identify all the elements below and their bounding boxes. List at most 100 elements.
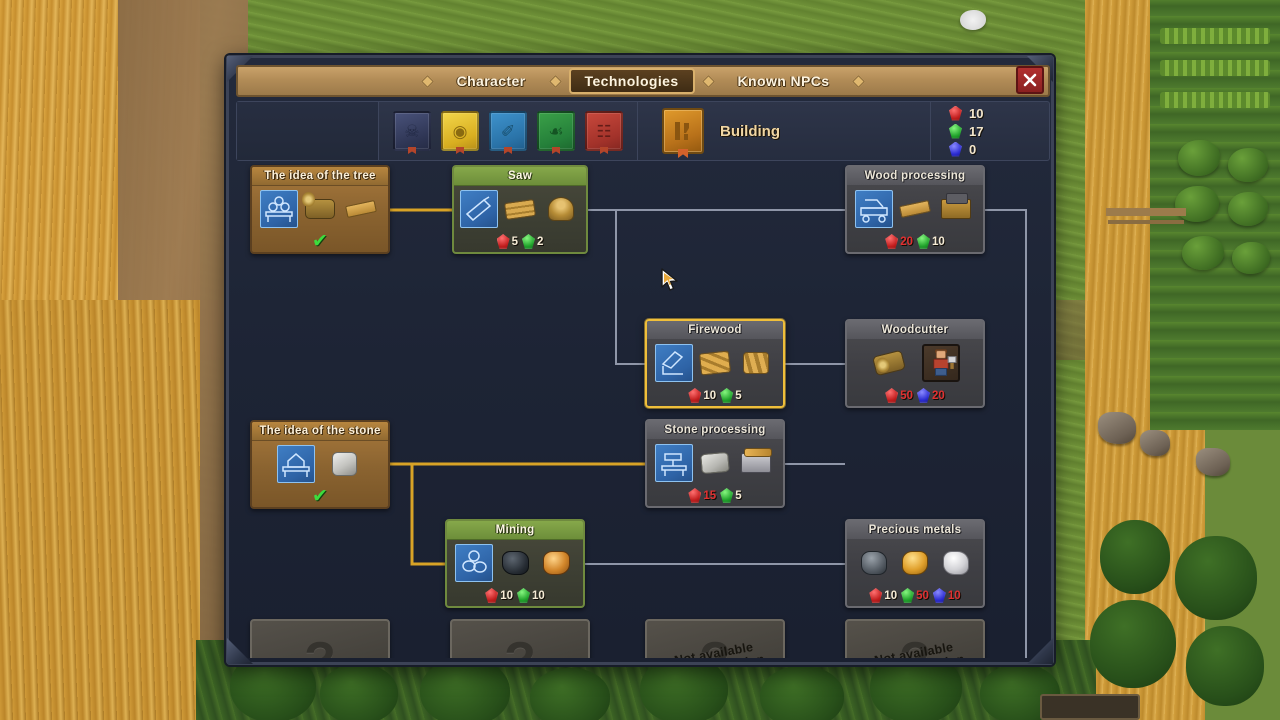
blue-gem-icon <box>949 141 962 157</box>
green-gem-icon <box>949 123 962 139</box>
tech-card-precious-metals[interactable]: Precious metals 10 50 10 <box>845 519 985 608</box>
tab-character[interactable]: Character <box>441 69 542 93</box>
resource-red: 10 <box>949 105 1049 121</box>
log-sprite <box>301 190 339 228</box>
book-category-tabs: ☠ ◉ ✐ ☙ ☷ <box>379 102 638 160</box>
book-tab-magic[interactable]: ◉ <box>441 111 479 151</box>
bush <box>1228 148 1268 182</box>
tech-card-stone-processing[interactable]: Stone processing 15 5 <box>645 419 785 508</box>
technology-window: Character Technologies Known NPCs ☠ ◉ ✐ … <box>226 55 1054 665</box>
selected-category[interactable]: Building <box>638 102 931 160</box>
green-gem-icon <box>901 588 915 603</box>
stonebench-glyph-icon <box>282 453 310 477</box>
tech-card-title: Woodcutter <box>847 321 983 340</box>
book-tab-crafting[interactable]: ☷ <box>585 111 623 151</box>
tech-card-title: The idea of the tree <box>252 167 388 186</box>
cost-red: 10 <box>485 588 513 603</box>
stones-blueprint-icon <box>455 544 493 582</box>
cost-red: 10 <box>869 588 897 603</box>
cost-value: 20 <box>932 389 945 402</box>
book-tab-nature[interactable]: ☙ <box>537 111 575 151</box>
cost-value: 50 <box>900 389 913 402</box>
close-button[interactable] <box>1016 66 1044 94</box>
tech-card-items <box>847 186 983 232</box>
rock <box>1140 430 1170 456</box>
tech-card-wood-processing[interactable]: Wood processing 20 10 <box>845 165 985 254</box>
wheat-field-left-lower <box>0 300 200 720</box>
tech-card-unknown-3[interactable]: ? Not available in alpha version <box>645 619 785 658</box>
tree <box>1090 600 1176 688</box>
tech-card-unknown-4[interactable]: ? Not available in alpha version <box>845 619 985 658</box>
leaf-icon: ☙ <box>548 121 564 141</box>
hud-panel-bottom[interactable] <box>1040 694 1140 720</box>
stick-sprite <box>342 190 380 228</box>
tech-card-cost: 10 50 10 <box>847 586 983 605</box>
diamond-separator-icon <box>701 74 715 88</box>
tab-known-npcs[interactable]: Known NPCs <box>722 69 846 93</box>
sawtable-sprite <box>937 190 975 228</box>
cost-value: 10 <box>884 589 898 602</box>
red-gem-icon <box>485 588 499 603</box>
blue-gem-value: 0 <box>969 141 977 157</box>
tech-card-unknown-1[interactable]: ? <box>250 619 390 658</box>
sticks-sprite <box>737 344 775 382</box>
crop-row <box>1160 92 1270 108</box>
bush <box>960 10 986 30</box>
tree <box>1100 520 1170 594</box>
cost-value: 10 <box>500 589 513 602</box>
tech-card-cost: 5 2 <box>454 232 586 251</box>
red-gem-icon <box>688 488 702 503</box>
diamond-separator-icon <box>420 74 434 88</box>
cost-blue: 20 <box>917 388 945 403</box>
cost-value: 10 <box>932 235 945 248</box>
tech-card-cost: 10 10 <box>447 586 583 605</box>
tech-card-unknown-2[interactable]: ? <box>450 619 590 658</box>
cost-red: 20 <box>885 234 913 249</box>
link-right-rail <box>985 209 1027 658</box>
tech-card-saw[interactable]: Saw 5 2 <box>452 165 588 254</box>
red-gem-icon <box>949 105 962 121</box>
tech-card-items <box>647 340 783 386</box>
tech-card-cost: 50 20 <box>847 386 983 405</box>
tech-card-title: Wood processing <box>847 167 983 186</box>
stump-sprite <box>542 190 580 228</box>
resource-counters: 10 17 0 <box>931 102 1049 160</box>
red-gem-icon <box>688 388 702 403</box>
firewood-sprite <box>696 344 734 382</box>
saw-glyph-icon <box>465 196 492 222</box>
ore-sprite <box>537 544 575 582</box>
crop-row <box>1160 60 1270 76</box>
tools-icon: ☷ <box>596 121 612 141</box>
cost-value: 20 <box>900 235 913 248</box>
bush <box>1178 140 1220 176</box>
completed-checkmark-icon: ✔ <box>312 231 328 252</box>
tech-card-idea-of-the-stone[interactable]: The idea of the stone ✔ <box>250 420 390 509</box>
feather-icon: ✐ <box>500 121 516 141</box>
workbench-blueprint-icon <box>260 190 298 228</box>
tab-technologies[interactable]: Technologies <box>568 68 695 94</box>
tech-card-woodcutter[interactable]: Woodcutter 50 20 <box>845 319 985 408</box>
workbench-glyph-icon <box>265 196 293 222</box>
cost-value: 2 <box>537 235 544 248</box>
tech-card-idea-of-the-tree[interactable]: The idea of the tree ✔ <box>250 165 390 254</box>
axe-glyph-icon <box>661 351 684 375</box>
sawtable-glyph-icon <box>860 199 888 223</box>
stonebench-blueprint-icon <box>277 445 315 483</box>
green-gem-icon <box>720 388 734 403</box>
red-gem-value: 10 <box>969 105 984 121</box>
question-mark-icon: ? <box>304 631 336 658</box>
axe-blueprint-icon <box>655 344 693 382</box>
cost-value: 5 <box>735 489 742 502</box>
book-tab-skull[interactable]: ☠ <box>393 111 431 151</box>
tech-card-firewood[interactable]: Firewood 10 5 <box>645 319 785 408</box>
book-tab-feather[interactable]: ✐ <box>489 111 527 151</box>
tech-card-mining[interactable]: Mining 10 10 <box>445 519 585 608</box>
tech-card-cost: 10 5 <box>647 386 783 405</box>
cost-value: 10 <box>947 589 961 602</box>
resource-green: 17 <box>949 123 1049 139</box>
cost-green: 10 <box>917 234 945 249</box>
tech-card-items <box>847 540 983 586</box>
selected-category-label: Building <box>720 122 780 140</box>
green-gem-icon <box>720 488 734 503</box>
grinder-sprite <box>737 444 775 482</box>
